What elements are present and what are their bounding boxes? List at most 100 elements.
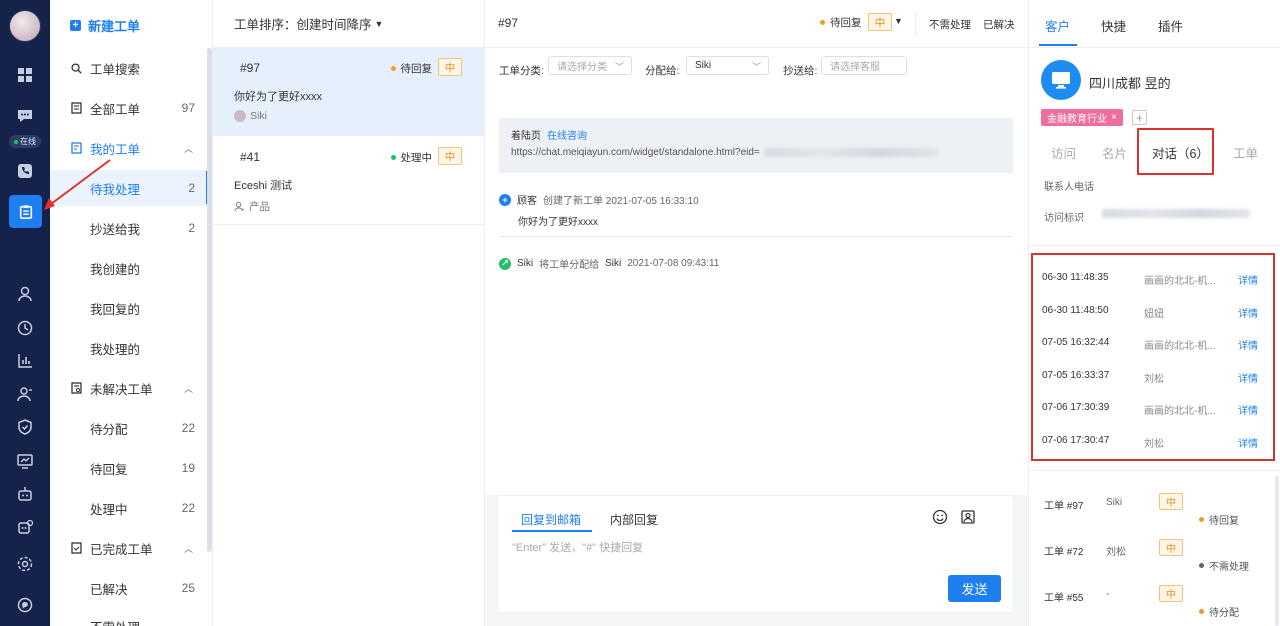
add-tag-button[interactable]: +	[1132, 110, 1147, 125]
conversation-row[interactable]: 06-30 11:48:35 画画的北北-机... 详情	[1042, 272, 1267, 287]
detail-link[interactable]: 详情	[1238, 272, 1258, 287]
tab-quick[interactable]: 快捷	[1101, 16, 1126, 35]
detail-link[interactable]: 详情	[1238, 305, 1258, 320]
nav-item-created[interactable]: 我创建的	[50, 250, 207, 286]
nav-item-search[interactable]: 工单搜索	[50, 50, 207, 86]
right-scrollbar[interactable]	[1275, 476, 1279, 626]
conversation-row[interactable]: 07-05 16:32:44 画画的北北-机... 详情	[1042, 337, 1267, 352]
detail-link[interactable]: 详情	[1238, 435, 1258, 450]
cc-select[interactable]: 请选择客服	[821, 56, 907, 75]
detail-link[interactable]: 详情	[1238, 402, 1258, 417]
conversation-row[interactable]: 07-05 16:33:37 刘松 详情	[1042, 370, 1267, 385]
nav-group-done[interactable]: 已完成工单 ︿	[50, 530, 207, 566]
shield-icon[interactable]	[13, 415, 37, 439]
history-ticket-id: 工单 #55	[1044, 593, 1084, 604]
tab-visit[interactable]: 访问	[1051, 143, 1076, 162]
user-avatar[interactable]	[9, 10, 41, 42]
search-icon	[70, 62, 82, 74]
new-ticket-button[interactable]: + 新建工单	[70, 16, 140, 35]
nav-group-mine[interactable]: 我的工单 ︿	[50, 130, 207, 166]
dashboard-icon[interactable]	[13, 63, 37, 87]
new-ticket-label: 新建工单	[88, 19, 141, 34]
status-dropdown[interactable]: 待回复	[820, 15, 862, 30]
history-ticket-row[interactable]: 工单 #97 Siki 中待回复	[1044, 493, 1269, 527]
caret-down-icon: ▼	[374, 18, 384, 29]
emoji-icon[interactable]	[932, 509, 948, 525]
history-ticket-row[interactable]: 工单 #72 刘松 中不需处理	[1044, 539, 1269, 573]
history-ticket-row[interactable]: 工单 #55 - 中待分配	[1044, 585, 1269, 619]
nav-item-processing[interactable]: 处理中 22	[50, 490, 207, 526]
detail-link[interactable]: 详情	[1238, 370, 1258, 385]
settings-icon[interactable]	[13, 552, 37, 576]
close-icon[interactable]: ×	[1111, 112, 1117, 123]
conversation-row[interactable]: 06-30 11:48:50 妞妞 详情	[1042, 305, 1267, 320]
caret-down-icon[interactable]: ▼	[894, 16, 903, 26]
event-time: 2021-07-08 09:43:11	[627, 258, 720, 269]
monitor-icon[interactable]	[13, 449, 37, 473]
online-status-badge[interactable]: 在线	[9, 135, 41, 148]
priority-badge: 中	[438, 58, 462, 76]
status-dot	[1199, 517, 1204, 522]
nav-item-cc-me[interactable]: 抄送给我 2	[50, 210, 207, 246]
tab-reply-email[interactable]: 回复到邮箱	[521, 511, 581, 528]
ticket-item[interactable]: #97 待回复 中 你好为了更好xxxx Siki	[213, 48, 484, 136]
tab-customer[interactable]: 客户	[1045, 16, 1070, 35]
detail-link[interactable]: 详情	[1238, 337, 1258, 352]
ticket-id: #41	[240, 150, 261, 164]
sort-value: 创建时间降序	[296, 18, 372, 32]
tab-card[interactable]: 名片	[1102, 143, 1127, 162]
info-phone-label: 联系人电话	[1044, 182, 1094, 193]
ticket-icon[interactable]	[9, 195, 42, 228]
document-icon	[70, 382, 82, 394]
history-assignee: -	[1106, 589, 1110, 600]
chat-icon[interactable]	[13, 104, 37, 128]
conversation-row[interactable]: 07-06 17:30:39 画画的北北-机... 详情	[1042, 402, 1267, 417]
sort-dropdown[interactable]: 工单排序： 创建时间降序 ▼	[213, 0, 484, 48]
event-text: 创建了新工单 2021-07-05 16:33:10	[543, 196, 699, 207]
nav-item-to-reply[interactable]: 待回复 19	[50, 450, 207, 486]
user-icon[interactable]	[13, 282, 37, 306]
send-button[interactable]: 发送	[948, 575, 1001, 602]
tag-label: 金融教育行业	[1047, 114, 1107, 125]
nav-item-to-assign[interactable]: 待分配 22	[50, 410, 207, 446]
clock-icon[interactable]	[13, 316, 37, 340]
reply-input[interactable]: "Enter" 发送，"#" 快捷回复	[512, 539, 643, 555]
document-icon	[70, 102, 82, 114]
landing-link[interactable]: 在线咨询	[547, 131, 587, 142]
assign-select[interactable]: Siki ﹀	[686, 56, 769, 75]
message-icon[interactable]	[13, 593, 37, 617]
tab-internal-reply[interactable]: 内部回复	[610, 511, 658, 528]
landing-url[interactable]: https://chat.meiqiayun.com/widget/standa…	[511, 147, 760, 158]
nav-item-resolved[interactable]: 已解决 25	[50, 570, 207, 606]
no-need-button[interactable]: 不需处理	[929, 17, 971, 32]
robot-icon[interactable]	[13, 482, 37, 506]
nav-label: 未解决工单	[90, 382, 153, 397]
ticket-item[interactable]: #41 处理中 中 Eceshi 测试 产品	[213, 137, 484, 225]
nav-label: 已完成工单	[90, 542, 153, 557]
nav-group-unresolved[interactable]: 未解决工单 ︿	[50, 370, 207, 406]
cc-placeholder: 请选择客服	[830, 62, 880, 73]
nav-item-all[interactable]: 全部工单 97	[50, 90, 207, 126]
customer-name[interactable]: 四川成都 昱的	[1089, 73, 1171, 92]
bot-settings-icon[interactable]	[13, 515, 37, 539]
status-dot	[820, 20, 825, 25]
tab-plugin[interactable]: 插件	[1158, 16, 1183, 35]
nav-count: 97	[181, 101, 195, 115]
nav-item-replied[interactable]: 我回复的	[50, 290, 207, 326]
image-icon[interactable]	[960, 509, 976, 525]
conv-time: 07-06 17:30:39	[1042, 402, 1110, 413]
nav-scrollbar[interactable]	[207, 48, 212, 552]
resolved-button[interactable]: 已解决	[983, 17, 1015, 32]
priority-dropdown[interactable]: 中	[868, 13, 892, 31]
category-select[interactable]: 请选择分类 ﹀	[548, 56, 632, 75]
nav-item-handled[interactable]: 我处理的	[50, 330, 207, 366]
tab-tickets[interactable]: 工单	[1233, 143, 1258, 162]
nav-item-pending-me[interactable]: 待我处理 2	[50, 170, 207, 206]
online-label: 在线	[20, 137, 36, 146]
contacts-icon[interactable]	[13, 382, 37, 406]
nav-item-no-need[interactable]: 不需处理	[50, 608, 207, 626]
redacted-text	[1102, 209, 1250, 218]
conversation-row[interactable]: 07-06 17:30:47 刘松 详情	[1042, 435, 1267, 450]
phone-icon[interactable]	[13, 159, 37, 183]
chart-icon[interactable]	[13, 349, 37, 373]
